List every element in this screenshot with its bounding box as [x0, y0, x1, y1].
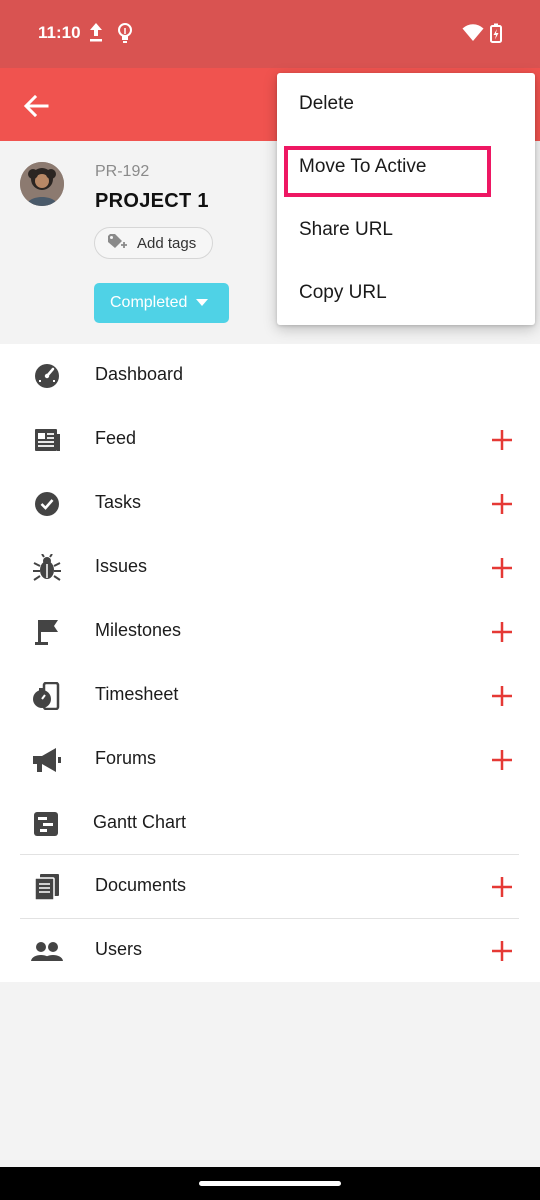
megaphone-icon [30, 746, 62, 774]
speedometer-icon [30, 362, 62, 390]
status-bar: 11:10 [0, 0, 540, 68]
status-dropdown[interactable]: Completed [94, 283, 229, 323]
plus-icon [492, 686, 512, 706]
menu-item-users[interactable]: Users [0, 919, 540, 983]
add-feed-button[interactable] [489, 427, 515, 453]
arrow-back-icon [23, 94, 49, 118]
menu-option-label: Delete [299, 93, 354, 114]
gantt-icon [30, 810, 62, 838]
users-icon [30, 937, 63, 965]
system-nav-bar [0, 1167, 540, 1200]
add-forum-button[interactable] [489, 747, 515, 773]
plus-icon [492, 430, 512, 450]
menu-item-gantt-chart[interactable]: Gantt Chart [0, 792, 540, 856]
plus-icon [492, 622, 512, 642]
project-menu-list: Dashboard Feed Tasks Issues Milestones T… [0, 344, 540, 982]
add-user-button[interactable] [489, 938, 515, 964]
battery-charging-icon [490, 23, 502, 48]
plus-icon [492, 750, 512, 770]
upload-icon [88, 22, 104, 49]
menu-option-move-to-active[interactable]: Move To Active [277, 136, 535, 199]
newspaper-icon [30, 426, 62, 454]
menu-item-label: Documents [95, 875, 187, 895]
menu-item-label: Forums [95, 748, 157, 768]
tag-add-icon [107, 233, 129, 254]
add-timesheet-button[interactable] [489, 683, 515, 709]
lightbulb-icon [117, 22, 133, 49]
menu-item-label: Feed [95, 428, 137, 448]
menu-item-dashboard[interactable]: Dashboard [0, 344, 540, 408]
plus-icon [492, 877, 512, 897]
menu-item-timesheet[interactable]: Timesheet [0, 664, 540, 728]
plus-icon [492, 558, 512, 578]
add-tags-button[interactable]: Add tags [94, 227, 213, 259]
stopwatch-icon [30, 681, 62, 711]
menu-item-forums[interactable]: Forums [0, 728, 540, 792]
home-gesture-handle[interactable] [199, 1181, 341, 1186]
menu-option-share-url[interactable]: Share URL [277, 199, 535, 262]
caret-down-icon [196, 294, 209, 312]
menu-item-label: Milestones [95, 620, 182, 640]
menu-option-delete[interactable]: Delete [277, 73, 535, 136]
status-time: 11:10 [38, 23, 81, 42]
project-id: PR-192 [95, 163, 150, 180]
add-task-button[interactable] [489, 491, 515, 517]
menu-item-label: Gantt Chart [93, 812, 187, 832]
flag-icon [30, 618, 62, 646]
menu-item-milestones[interactable]: Milestones [0, 600, 540, 664]
project-name: PROJECT 1 [95, 190, 209, 212]
add-tags-label: Add tags [137, 234, 197, 252]
menu-option-label: Copy URL [299, 282, 387, 303]
overflow-menu: Delete Move To Active Share URL Copy URL [277, 73, 535, 325]
documents-icon [30, 873, 62, 901]
menu-item-label: Users [95, 939, 143, 959]
menu-item-label: Timesheet [95, 684, 179, 704]
menu-item-label: Issues [95, 556, 148, 576]
menu-item-label: Tasks [95, 492, 142, 512]
add-milestone-button[interactable] [489, 619, 515, 645]
plus-icon [492, 941, 512, 961]
avatar[interactable] [20, 162, 64, 206]
menu-item-feed[interactable]: Feed [0, 408, 540, 472]
plus-icon [492, 494, 512, 514]
add-issue-button[interactable] [489, 555, 515, 581]
menu-option-label: Share URL [299, 219, 393, 240]
wifi-icon [462, 24, 484, 47]
menu-item-label: Dashboard [95, 364, 184, 384]
menu-item-issues[interactable]: Issues [0, 536, 540, 600]
status-label: Completed [110, 294, 188, 311]
menu-item-documents[interactable]: Documents [0, 855, 540, 919]
check-circle-icon [30, 490, 62, 518]
menu-option-copy-url[interactable]: Copy URL [277, 262, 535, 325]
add-document-button[interactable] [489, 874, 515, 900]
menu-item-tasks[interactable]: Tasks [0, 472, 540, 536]
menu-option-label: Move To Active [299, 156, 427, 177]
back-button[interactable] [20, 90, 52, 122]
bug-icon [30, 553, 62, 582]
